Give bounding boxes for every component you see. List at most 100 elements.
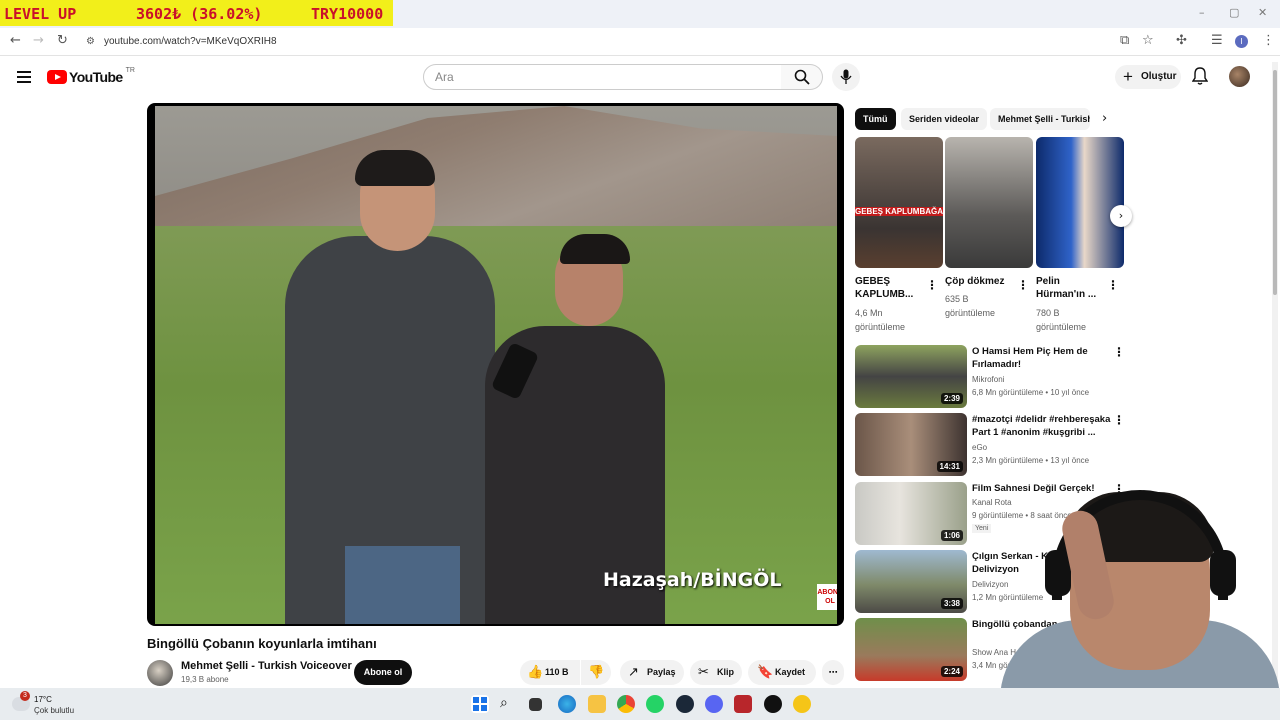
chip-all[interactable]: Tümü <box>855 108 896 130</box>
like-button[interactable]: 👍 110 B <box>520 660 580 685</box>
recommended-video[interactable]: 14:31 #mazotçi #delidr #rehbereşaka Part… <box>855 413 1125 477</box>
video-frame[interactable]: Hazaşah/BİNGÖL ABONE OL <box>155 106 837 624</box>
youtube-header: YouTube TR Ara + Oluştur <box>0 57 1280 97</box>
app-icon[interactable] <box>734 695 752 713</box>
search-icon <box>794 69 810 85</box>
video-shepherd-hair <box>560 234 630 264</box>
stream-overlay-banner: LEVEL UP 3602₺ (36.02%) TRY10000 <box>0 0 393 26</box>
search-button[interactable] <box>781 64 823 90</box>
maximize-button[interactable]: ▢ <box>1229 6 1239 19</box>
video-thumbnail[interactable]: 14:31 <box>855 413 967 476</box>
bookmark-star-icon[interactable]: ☆ <box>1142 33 1154 48</box>
bookmark-icon: 🔖 <box>757 665 774 680</box>
overlay-right-text: TRY10000 <box>311 5 384 23</box>
install-app-icon[interactable]: ⧉ <box>1120 33 1129 48</box>
recommended-video[interactable]: 2:39 O Hamsi Hem Piç Hem de Fırlamadır! … <box>855 345 1125 409</box>
short-title[interactable]: Pelin Hürman'ın ... <box>1036 275 1100 301</box>
channel-name[interactable]: Mikrofoni <box>972 375 1004 384</box>
video-thumbnail[interactable]: 3:38 <box>855 550 967 613</box>
browser-menu-icon[interactable]: ⋮ <box>1262 33 1275 48</box>
create-button[interactable]: + Oluştur <box>1115 65 1181 89</box>
overlay-left-text: LEVEL UP <box>4 5 77 23</box>
save-button[interactable]: 🔖 Kaydet <box>748 660 816 685</box>
clip-button[interactable]: ✂ Klip <box>690 660 742 685</box>
voice-search-button[interactable] <box>832 63 860 91</box>
whatsapp-icon[interactable] <box>646 695 664 713</box>
scrollbar-thumb[interactable] <box>1273 70 1277 295</box>
notifications-bell-icon[interactable] <box>1192 67 1208 85</box>
search-icon[interactable]: ⌕ <box>500 695 518 713</box>
video-thumbnail[interactable]: 2:24 <box>855 618 967 681</box>
back-icon[interactable]: ← <box>10 33 21 48</box>
close-window-button[interactable]: ✕ <box>1258 6 1267 19</box>
video-caption-overlay: Hazaşah/BİNGÖL <box>603 569 782 591</box>
short-thumbnail[interactable] <box>945 137 1033 268</box>
account-avatar[interactable] <box>1229 66 1250 87</box>
short-thumbnail[interactable] <box>1036 137 1124 268</box>
short-thumbnail[interactable]: GEBEŞ KAPLUMBAĞA <box>855 137 943 268</box>
video-reporter-jeans <box>345 546 460 624</box>
short-views-suffix: görüntüleme <box>855 322 906 332</box>
file-explorer-icon[interactable] <box>588 695 606 713</box>
video-title[interactable]: O Hamsi Hem Piç Hem de Fırlamadır! <box>972 345 1112 371</box>
short-menu-icon[interactable]: ⋮ <box>1107 278 1119 292</box>
profile-avatar[interactable]: I <box>1235 35 1248 48</box>
reading-list-icon[interactable]: ☰ <box>1211 33 1223 48</box>
minimize-button[interactable]: – <box>1199 6 1205 19</box>
country-code: TR <box>125 66 135 74</box>
channel-name[interactable]: Mehmet Şelli - Turkish Voiceover <box>181 660 352 672</box>
discord-icon[interactable] <box>705 695 723 713</box>
video-menu-icon[interactable]: ⋮ <box>1113 345 1125 359</box>
forward-icon[interactable]: → <box>33 33 44 48</box>
streamer-webcam <box>1000 470 1280 720</box>
short-thumbnail-overlay: GEBEŞ KAPLUMBAĞA <box>855 207 943 216</box>
chrome-icon[interactable] <box>617 695 635 713</box>
temperature: 17°C <box>34 695 52 704</box>
shorts-next-button[interactable]: › <box>1110 205 1132 227</box>
video-meta: 6,8 Mn görüntüleme • 10 yıl önce <box>972 388 1090 397</box>
short-views: 780 B görüntüleme <box>1036 306 1086 334</box>
short-menu-icon[interactable]: ⋮ <box>1017 278 1029 292</box>
share-button[interactable]: ↗ Paylaş <box>620 660 684 685</box>
short-views: 635 B görüntüleme <box>945 292 995 320</box>
more-actions-button[interactable]: ⋯ <box>822 660 844 685</box>
start-icon[interactable] <box>471 695 489 713</box>
search-input[interactable]: Ara <box>423 64 782 90</box>
microphone-icon <box>840 69 852 84</box>
chevron-right-icon[interactable]: › <box>1102 111 1107 126</box>
browser-navbar: ← → ↻ ⚙ youtube.com/watch?v=MKeVqOXRIH8 … <box>0 28 1280 56</box>
menu-icon[interactable] <box>17 71 31 86</box>
site-info-icon[interactable]: ⚙ <box>86 31 95 53</box>
share-icon: ↗ <box>628 665 639 680</box>
video-duration: 14:31 <box>936 461 963 472</box>
dislike-button[interactable]: 👎 <box>581 660 611 685</box>
youtube-play-icon <box>47 70 67 84</box>
obs-icon[interactable] <box>764 695 782 713</box>
channel-name[interactable]: eGo <box>972 443 987 452</box>
video-thumbnail[interactable]: 1:06 <box>855 482 967 545</box>
steam-icon[interactable] <box>676 695 694 713</box>
task-view-icon[interactable] <box>529 698 542 711</box>
video-menu-icon[interactable]: ⋮ <box>1113 413 1125 427</box>
subscriber-count: 19,3 B abone <box>181 675 229 684</box>
extensions-icon[interactable]: ✣ <box>1176 33 1187 48</box>
subscribe-button[interactable]: Abone ol <box>354 660 412 685</box>
short-title[interactable]: GEBEŞ KAPLUMB... <box>855 275 925 301</box>
chip-channel[interactable]: Mehmet Şelli - Turkish <box>990 108 1090 130</box>
chip-series[interactable]: Seriden videolar <box>901 108 988 130</box>
app-icon[interactable] <box>793 695 811 713</box>
plus-icon: + <box>1123 67 1133 86</box>
video-player[interactable]: Hazaşah/BİNGÖL ABONE OL <box>147 103 844 626</box>
channel-avatar[interactable] <box>147 660 173 686</box>
video-duration: 2:24 <box>940 666 963 677</box>
overlay-middle-text: 3602₺ (36.02%) <box>136 5 263 23</box>
video-reporter-hair <box>355 150 435 186</box>
video-title[interactable]: #mazotçi #delidr #rehbereşaka Part 1 #an… <box>972 413 1112 439</box>
edge-icon[interactable] <box>558 695 576 713</box>
short-title[interactable]: Çöp dökmez <box>945 275 1004 288</box>
video-thumbnail[interactable]: 2:39 <box>855 345 967 408</box>
short-menu-icon[interactable]: ⋮ <box>926 278 938 292</box>
reload-icon[interactable]: ↻ <box>57 33 68 48</box>
youtube-logo[interactable]: YouTube TR <box>47 66 135 85</box>
address-bar[interactable]: ⚙ youtube.com/watch?v=MKeVqOXRIH8 <box>80 31 1170 53</box>
